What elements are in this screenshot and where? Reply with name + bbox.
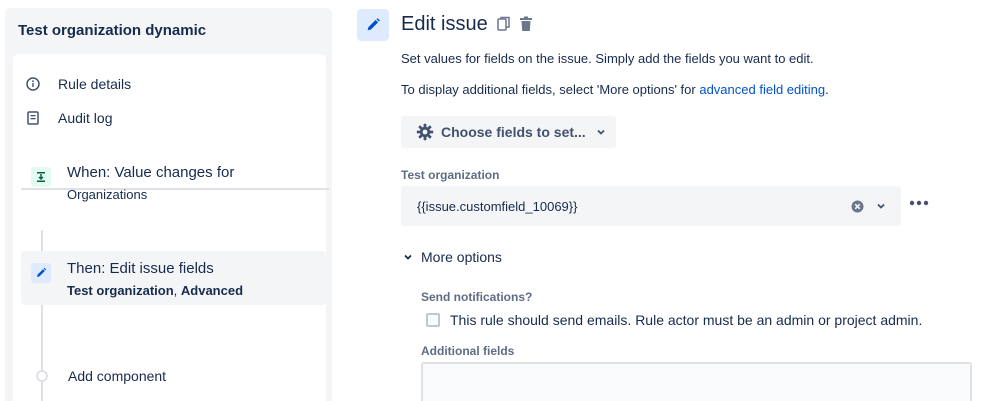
trigger-step[interactable]: When: Value changes for Organizations — [21, 155, 326, 215]
more-options-label: More options — [421, 249, 502, 265]
advanced-field-editing-link[interactable]: advanced field editing — [699, 82, 825, 97]
trigger-step-title: When: Value changes for — [67, 164, 235, 181]
additional-fields-label: Additional fields — [421, 344, 515, 358]
title-actions — [495, 15, 535, 33]
trash-icon[interactable] — [517, 15, 535, 33]
description-1: Set values for fields on the issue. Simp… — [401, 51, 814, 66]
choose-fields-button[interactable]: Choose fields to set... — [401, 116, 616, 148]
copy-icon[interactable] — [495, 15, 513, 33]
test-organization-value: {{issue.customfield_10069}} — [417, 198, 578, 214]
document-icon — [25, 110, 41, 126]
more-options-toggle[interactable]: More options — [401, 249, 502, 265]
add-component-dot-icon — [36, 370, 48, 382]
subtitle-sep: , — [173, 283, 181, 298]
add-component-button[interactable]: Add component — [21, 366, 166, 386]
chevron-down-icon — [596, 127, 606, 137]
subtitle-field-2: Advanced — [180, 283, 244, 298]
action-step-subtitle: Test organization, Advanced — [67, 282, 326, 300]
description-2-suffix: . — [825, 82, 829, 97]
add-component-label: Add component — [68, 368, 167, 384]
test-organization-field[interactable]: {{issue.customfield_10069}} — [401, 186, 901, 226]
send-emails-label: This rule should send emails. Rule actor… — [450, 312, 923, 328]
edit-issue-pencil-icon — [357, 9, 389, 41]
rule-components-panel: Rule details Audit log When: Value chang… — [13, 54, 329, 401]
send-emails-checkbox[interactable] — [426, 313, 440, 327]
pencil-icon — [31, 263, 51, 283]
send-notifications-label: Send notifications? — [421, 290, 533, 304]
choose-fields-label: Choose fields to set... — [441, 124, 586, 140]
trigger-step-subtitle: Organizations — [67, 187, 148, 202]
gear-icon — [415, 122, 435, 142]
rule-details-link[interactable]: Rule details — [25, 72, 131, 96]
action-step[interactable]: Then: Edit issue fields Test organizatio… — [21, 251, 326, 305]
description-2-prefix: To display additional fields, select 'Mo… — [401, 82, 700, 97]
audit-log-link[interactable]: Audit log — [25, 106, 112, 130]
action-step-title: Then: Edit issue fields — [67, 260, 214, 277]
rule-sidebar: Test organization dynamic Rule details A… — [5, 8, 332, 401]
rule-details-label: Rule details — [58, 76, 132, 92]
subtitle-field-1: Test organization — [67, 283, 174, 298]
rule-name: Test organization dynamic — [18, 22, 207, 39]
page-title: Edit issue — [401, 13, 488, 35]
description-2: To display additional fields, select 'Mo… — [401, 82, 829, 97]
test-organization-label: Test organization — [401, 168, 500, 182]
trigger-icon — [31, 167, 51, 187]
audit-log-label: Audit log — [58, 110, 113, 126]
info-icon — [25, 76, 41, 92]
additional-fields-textarea[interactable] — [421, 362, 972, 401]
clear-icon[interactable] — [849, 198, 865, 214]
expand-chevron-icon — [401, 250, 415, 264]
field-chevron-down-icon[interactable] — [873, 198, 889, 214]
send-emails-row: This rule should send emails. Rule actor… — [426, 312, 922, 328]
more-actions-icon[interactable] — [908, 196, 930, 210]
